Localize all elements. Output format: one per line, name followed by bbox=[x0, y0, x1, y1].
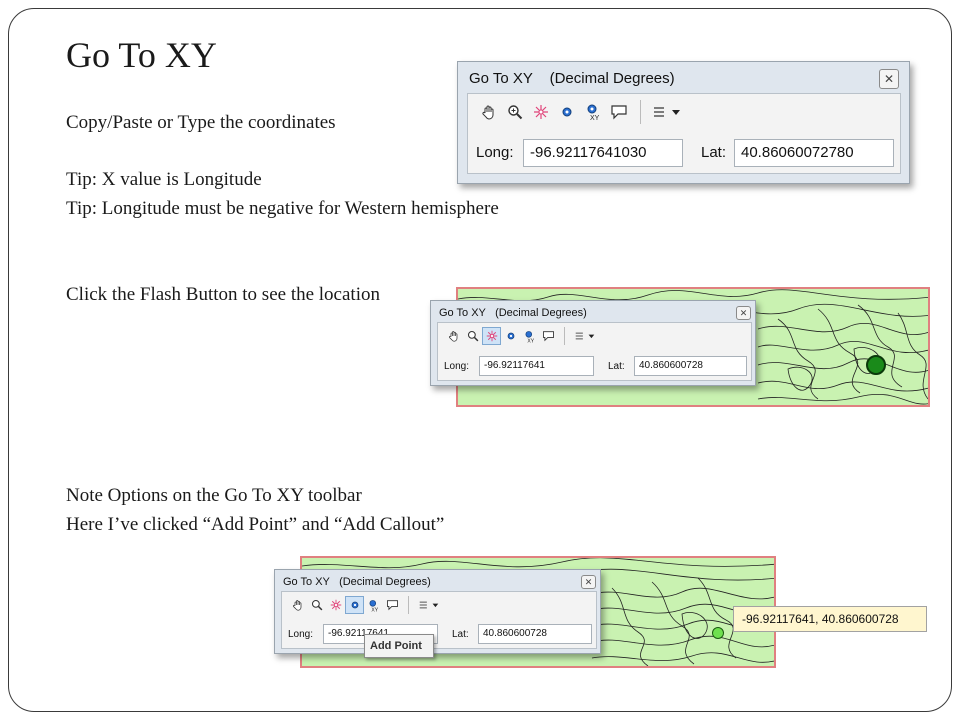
add-point-tooltip: Add Point bbox=[364, 634, 434, 658]
tip-negative-longitude: Tip: Longitude must be negative for West… bbox=[66, 198, 499, 219]
options-menu-icon bbox=[654, 107, 680, 117]
dialog-title: Go To XY (Decimal Degrees) bbox=[469, 70, 675, 87]
flash-button[interactable] bbox=[528, 100, 554, 124]
flash-icon bbox=[534, 105, 548, 119]
toolbar: XY bbox=[288, 596, 442, 614]
flash-icon bbox=[330, 599, 341, 611]
add-callout-button[interactable] bbox=[606, 100, 632, 124]
lat-input[interactable]: 40.860600728 bbox=[634, 356, 747, 376]
lat-label: Lat: bbox=[608, 361, 625, 372]
close-button[interactable]: ✕ bbox=[581, 575, 596, 589]
lat-label: Lat: bbox=[452, 629, 469, 640]
note-toolbar-options: Note Options on the Go To XY toolbar bbox=[66, 485, 362, 506]
close-icon: ✕ bbox=[883, 72, 895, 86]
close-icon: ✕ bbox=[584, 576, 593, 587]
options-menu-button[interactable] bbox=[650, 100, 684, 124]
options-menu-button[interactable] bbox=[572, 327, 598, 345]
tip-x-longitude: Tip: X value is Longitude bbox=[66, 169, 262, 190]
add-labeled-point-icon: XY bbox=[369, 599, 379, 612]
zoom-button[interactable] bbox=[307, 596, 326, 614]
callout-text: -96.92117641, 40.860600728 bbox=[742, 612, 899, 626]
zoom-button[interactable] bbox=[502, 100, 528, 124]
long-input[interactable]: -96.92117641030 bbox=[523, 139, 683, 167]
go-to-xy-dialog-flash: Go To XY (Decimal Degrees) ✕ XY Long: -9… bbox=[430, 300, 756, 386]
added-point-marker bbox=[712, 627, 724, 639]
lat-input[interactable]: 40.86060072780 bbox=[734, 139, 894, 167]
toolbar: XY bbox=[444, 327, 598, 345]
lat-input[interactable]: 40.860600728 bbox=[478, 624, 592, 644]
go-to-xy-dialog-add-point: Go To XY (Decimal Degrees) ✕ XY Long: -9… bbox=[274, 569, 601, 654]
add-labeled-point-button[interactable]: XY bbox=[580, 100, 606, 124]
slide-title: Go To XY bbox=[66, 35, 217, 75]
close-button[interactable]: ✕ bbox=[736, 306, 751, 320]
toolbar-separator bbox=[640, 100, 650, 124]
options-menu-icon bbox=[575, 332, 595, 340]
zoom-icon bbox=[311, 599, 322, 611]
add-callout-button[interactable] bbox=[383, 596, 402, 614]
options-menu-button[interactable] bbox=[416, 596, 442, 614]
add-labeled-point-icon: XY bbox=[587, 104, 600, 121]
svg-text:XY: XY bbox=[590, 115, 600, 121]
pan-button[interactable] bbox=[288, 596, 307, 614]
add-point-button[interactable] bbox=[554, 100, 580, 124]
flash-button[interactable] bbox=[326, 596, 345, 614]
toolbar: XY bbox=[476, 100, 684, 124]
flash-location-marker bbox=[866, 355, 886, 375]
add-callout-icon bbox=[543, 331, 554, 342]
add-point-button[interactable] bbox=[501, 327, 520, 345]
add-point-button[interactable] bbox=[345, 596, 364, 614]
svg-text:XY: XY bbox=[371, 607, 378, 612]
dialog-body: XY Long: -96.92117641 Lat: 40.860600728 bbox=[281, 591, 597, 649]
long-input[interactable]: -96.92117641 bbox=[479, 356, 594, 376]
long-label: Long: bbox=[444, 361, 470, 372]
coordinate-callout: -96.92117641, 40.860600728 bbox=[733, 606, 927, 632]
pan-button[interactable] bbox=[476, 100, 502, 124]
lat-label: Lat: bbox=[701, 144, 727, 161]
close-icon: ✕ bbox=[739, 307, 748, 318]
zoom-icon bbox=[467, 330, 478, 342]
instruction-flash: Click the Flash Button to see the locati… bbox=[66, 284, 380, 305]
add-callout-icon bbox=[611, 105, 627, 120]
toolbar-separator bbox=[564, 327, 572, 345]
add-callout-icon bbox=[387, 600, 398, 611]
close-button[interactable]: ✕ bbox=[879, 69, 899, 89]
svg-text:XY: XY bbox=[527, 338, 534, 343]
flash-button[interactable] bbox=[482, 327, 501, 345]
long-label: Long: bbox=[288, 629, 314, 640]
pan-icon bbox=[448, 331, 457, 342]
long-label: Long: bbox=[476, 144, 514, 161]
add-point-icon bbox=[507, 332, 514, 340]
add-callout-button[interactable] bbox=[539, 327, 558, 345]
pan-icon bbox=[482, 105, 494, 120]
add-labeled-point-button[interactable]: XY bbox=[520, 327, 539, 345]
dialog-body: XY Long: -96.92117641 Lat: 40.860600728 bbox=[437, 322, 752, 381]
add-point-icon bbox=[351, 601, 358, 609]
pan-button[interactable] bbox=[444, 327, 463, 345]
flash-icon bbox=[486, 330, 497, 342]
zoom-button[interactable] bbox=[463, 327, 482, 345]
dialog-title: Go To XY (Decimal Degrees) bbox=[283, 576, 431, 588]
options-menu-icon bbox=[419, 601, 439, 609]
zoom-icon bbox=[508, 105, 523, 120]
instruction-copy-paste: Copy/Paste or Type the coordinates bbox=[66, 112, 336, 133]
note-add-point-callout: Here I’ve clicked “Add Point” and “Add C… bbox=[66, 514, 445, 535]
add-labeled-point-icon: XY bbox=[525, 330, 535, 343]
add-labeled-point-button[interactable]: XY bbox=[364, 596, 383, 614]
dialog-title: Go To XY (Decimal Degrees) bbox=[439, 307, 587, 319]
tooltip-text: Add Point bbox=[370, 640, 422, 652]
dialog-body: XY Long: -96.92117641030 Lat: 40.8606007… bbox=[467, 93, 901, 174]
add-point-icon bbox=[562, 107, 572, 117]
go-to-xy-dialog-large: Go To XY (Decimal Degrees) ✕ XY Long: -9… bbox=[457, 61, 910, 184]
pan-icon bbox=[292, 600, 301, 611]
toolbar-separator bbox=[408, 596, 416, 614]
